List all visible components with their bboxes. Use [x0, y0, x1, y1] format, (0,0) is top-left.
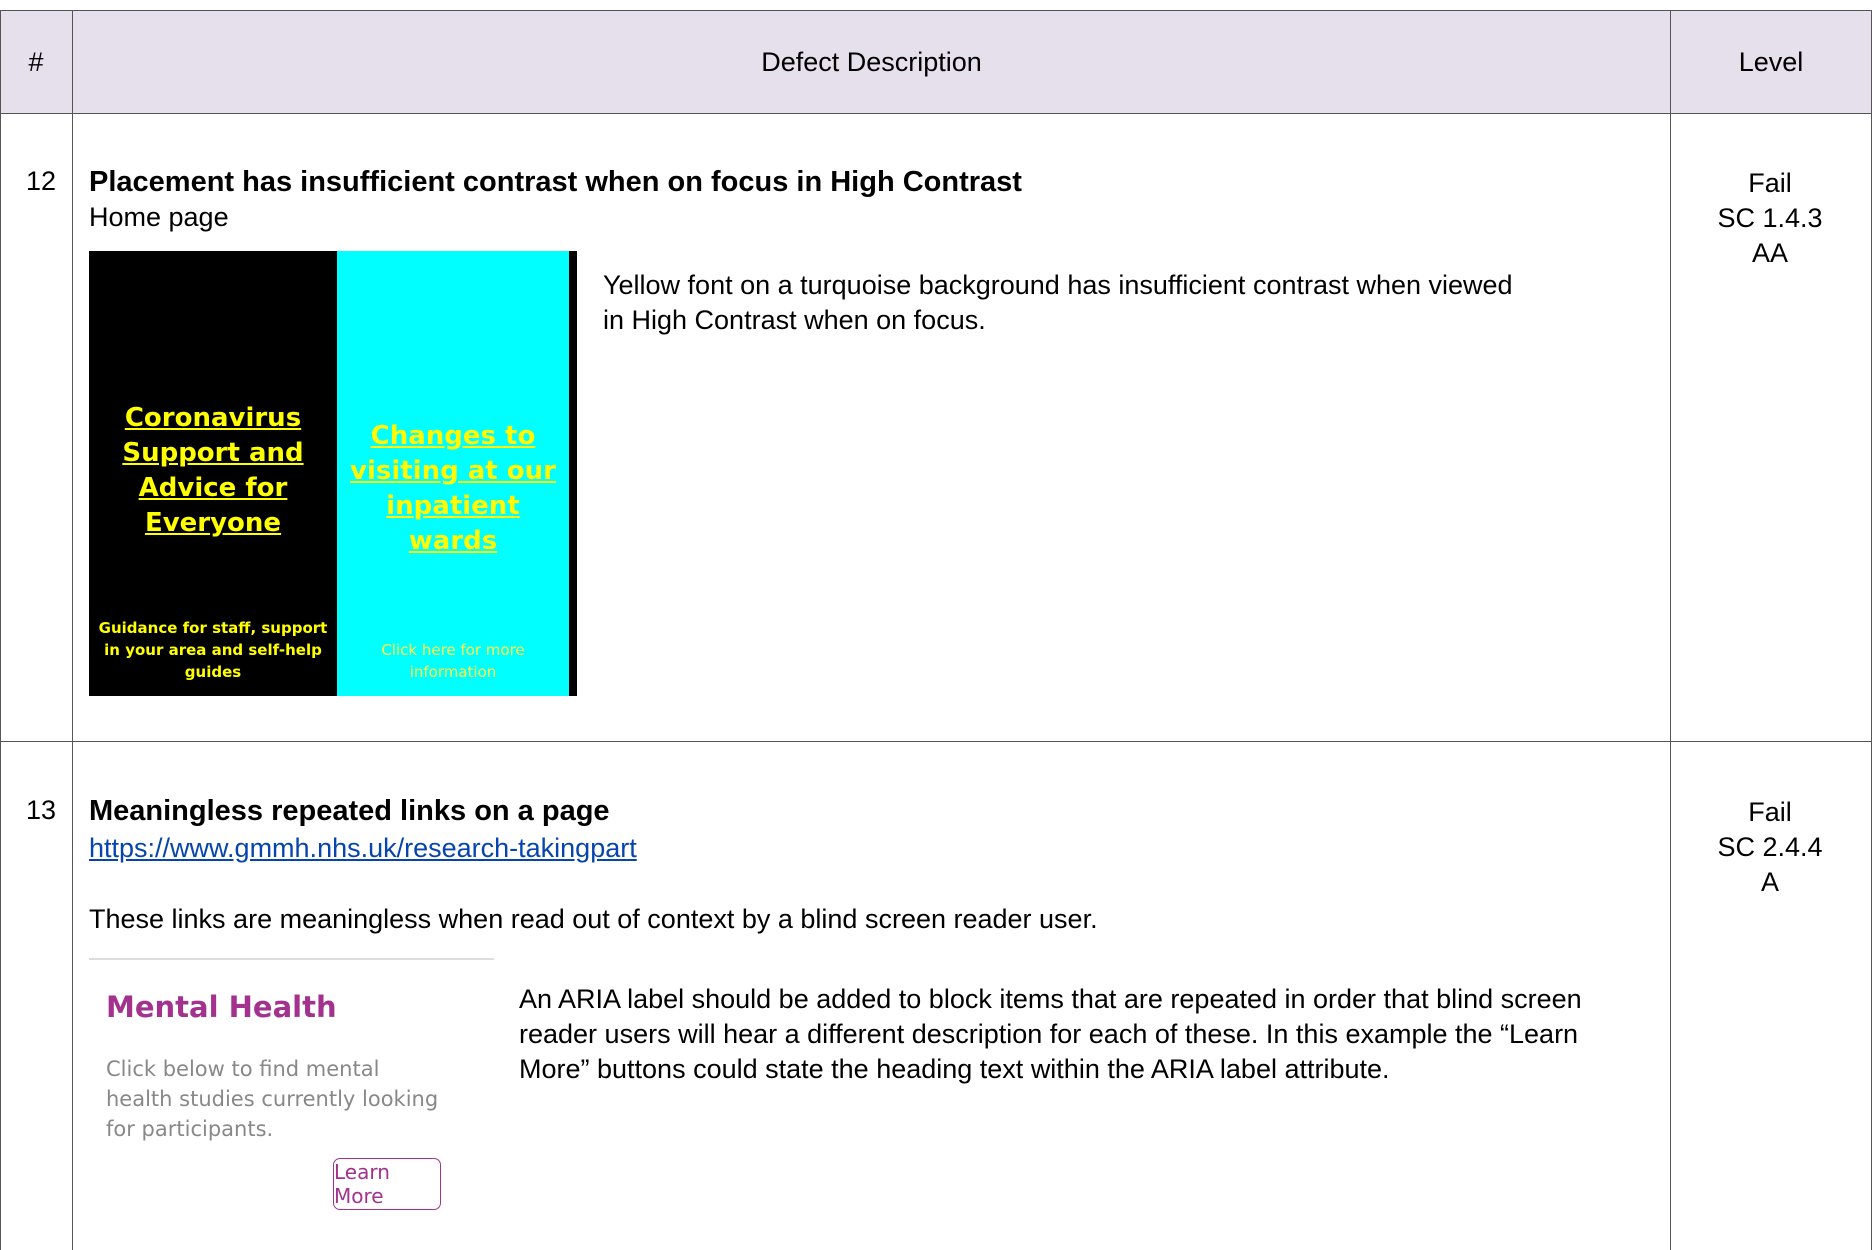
card-top-border	[89, 958, 494, 960]
defect-number: 13	[26, 795, 57, 825]
column-divider-num	[72, 10, 73, 1250]
screenshot-high-contrast-placements: Coronavirus Support and Advice for Every…	[89, 251, 577, 696]
card-heading: Mental Health	[106, 990, 337, 1024]
placement-heading: Changes to visiting at our inpatient war…	[350, 421, 556, 556]
defect-location: Home page	[89, 202, 229, 232]
defect-number: 12	[26, 166, 57, 196]
level-grade: A	[1760, 867, 1779, 897]
placement-caption: Guidance for staff, support in your area…	[98, 619, 328, 681]
placement-panel-coronavirus: Coronavirus Support and Advice for Every…	[89, 251, 337, 696]
level-result: Fail	[1748, 168, 1792, 198]
screenshot-mental-health-card: Mental Health Click below to find mental…	[89, 958, 494, 1230]
defect-level: Fail SC 2.4.4 A	[1670, 795, 1870, 900]
level-criterion: SC 2.4.4	[1717, 832, 1823, 862]
level-result: Fail	[1748, 797, 1792, 827]
table-border-left	[0, 10, 1, 1250]
defect-intro: These links are meaningless when read ou…	[89, 904, 1098, 934]
panel-edge	[569, 251, 577, 696]
learn-more-button[interactable]: Learn More	[333, 1158, 441, 1210]
header-description: Defect Description	[761, 46, 982, 77]
level-criterion: SC 1.4.3	[1717, 203, 1823, 233]
defect-url-link[interactable]: https://www.gmmh.nhs.uk/research-takingp…	[89, 833, 637, 864]
placement-panel-visiting: Changes to visiting at our inpatient war…	[337, 251, 569, 696]
defect-title: Meaningless repeated links on a page	[89, 795, 610, 827]
row-divider	[0, 741, 1872, 742]
level-grade: AA	[1751, 238, 1789, 268]
header-level: Level	[1738, 46, 1804, 77]
card-text: Click below to find mental health studie…	[106, 1057, 439, 1141]
defect-description: An ARIA label should be added to block i…	[519, 984, 1582, 1084]
placement-caption: Click here for more information	[381, 641, 525, 681]
header-number: #	[28, 46, 44, 77]
defect-description: Yellow font on a turquoise background ha…	[603, 270, 1513, 335]
defect-title: Placement has insufficient contrast when…	[89, 166, 1022, 198]
placement-heading: Coronavirus Support and Advice for Every…	[122, 403, 304, 538]
defect-level: Fail SC 1.4.3 AA	[1670, 166, 1870, 271]
